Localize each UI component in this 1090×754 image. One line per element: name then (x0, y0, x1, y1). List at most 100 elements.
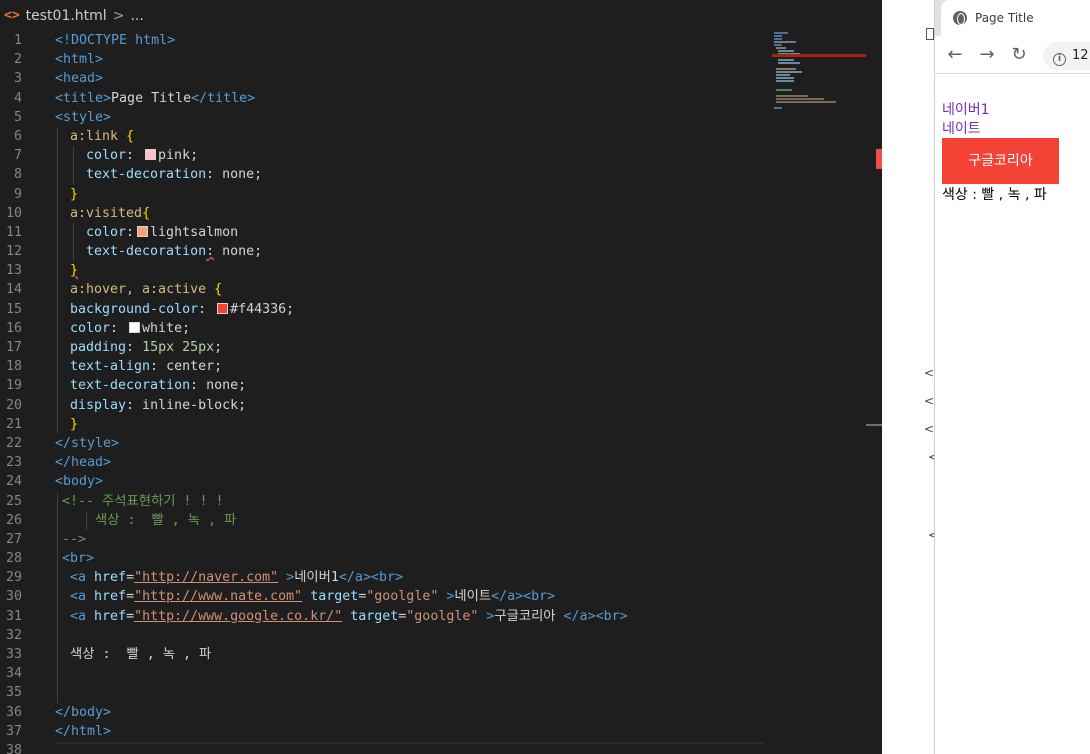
code-line: 2 <html> (0, 50, 770, 69)
code-line: 24 <body> (0, 472, 770, 491)
code-editor[interactable]: <> test01.html > ... 1 <!DOCTYPE html> 2 <… (0, 0, 882, 754)
breadcrumb-file[interactable]: test01.html (26, 8, 107, 24)
nate-link[interactable]: 네이트 (942, 120, 981, 138)
partial-icon (926, 28, 934, 40)
line-number: 22 (5, 435, 22, 451)
html-file-icon: <> (4, 8, 20, 23)
code-line: 25 <!-- 주석표현하기 ! ! ! (0, 491, 770, 511)
line-number: 10 (5, 205, 22, 221)
code-line: 4 <title>Page Title</title> (0, 89, 770, 108)
line-number: 37 (5, 723, 22, 739)
line-number: 8 (13, 167, 22, 183)
code-line: 33 색상 : 빨 , 녹 , 파 (0, 645, 770, 665)
line-number: 30 (5, 589, 22, 605)
pink-color-swatch[interactable] (145, 149, 157, 161)
tab-title: Page Title (975, 11, 1034, 25)
code-line: 7 color: pink; (0, 146, 770, 166)
line-number: 6 (13, 128, 22, 144)
line-number: 17 (5, 340, 22, 355)
naver-link[interactable]: 네이버1 (942, 101, 990, 119)
line-number: 14 (5, 282, 22, 298)
line-number: 25 (5, 493, 22, 509)
back-arrow-icon[interactable]: ← (943, 43, 967, 67)
code-line: 8 text-decoration: none; (0, 165, 770, 185)
code-line: 9} (0, 184, 770, 204)
google-korea-link-button[interactable]: 구글코리아 (942, 138, 1059, 184)
minimap-error-highlight (772, 54, 866, 57)
line-number: 34 (5, 666, 22, 682)
browser-toolbar: ← → ↻ i 12 (935, 36, 1090, 74)
line-number: 33 (5, 647, 22, 662)
code-line: 28 <br> (0, 549, 770, 569)
line-number: 16 (5, 320, 22, 336)
line-number: 12 (5, 244, 22, 260)
line-number: 23 (5, 455, 22, 471)
line-number: 21 (5, 416, 22, 432)
breadcrumb: <> test01.html > ... (0, 0, 882, 31)
horizontal-scrollbar[interactable] (55, 742, 765, 744)
reload-icon[interactable]: ↻ (1007, 43, 1031, 67)
code-line: 5 <style> (0, 108, 770, 127)
breadcrumb-symbol[interactable]: ... (130, 8, 143, 24)
partial-text: < (924, 394, 935, 408)
line-number: 35 (5, 685, 22, 701)
address-bar[interactable]: i 12 (1043, 42, 1090, 70)
code-line: 10 a:visited{ (0, 203, 770, 223)
code-line: 14 a:hover, a:active { (0, 280, 770, 300)
line-number: 11 (5, 224, 22, 240)
code-area[interactable]: 1 <!DOCTYPE html> 2 <html> 3 <head> 4 <title… (0, 31, 770, 754)
forward-arrow-icon[interactable]: → (975, 43, 999, 67)
code-line: 3 <head> (0, 69, 770, 88)
line-number: 26 (5, 512, 22, 528)
code-line: 27 --> (0, 529, 770, 550)
code-line: 15 background-color: #f44336; (0, 299, 770, 319)
line-number: 15 (5, 301, 22, 317)
address-text: 12 (1072, 48, 1089, 63)
code-line: 26 색상 : 빨 , 녹 , 파 (0, 510, 770, 530)
color-text: 색상 : 빨 , 녹 , 파 (942, 187, 1047, 203)
code-line: 29 <a href="http://naver.com" >네이버1</a><b… (0, 568, 770, 588)
line-number: 32 (5, 627, 22, 643)
line-number: 31 (5, 608, 22, 624)
white-color-swatch[interactable] (129, 321, 141, 333)
line-number: 4 (13, 90, 22, 106)
code-line: 30 <a href="http://www.nate.com" target="… (0, 587, 770, 607)
code-line: 34 (0, 664, 770, 684)
code-line: 12 text-decoration: none; (0, 242, 770, 262)
line-number: 18 (5, 359, 22, 375)
browser-tab[interactable]: Page Title (941, 0, 1090, 36)
line-number: 24 (5, 474, 22, 490)
browser-window: Page Title ← → ↻ i 12 네이버1 네이트 구글코리아 색상 :… (934, 0, 1090, 754)
code-line: 19 text-decoration: none; (0, 376, 770, 396)
code-line: 22 </style> (0, 434, 770, 453)
code-line: 20 display: inline-block; (0, 395, 770, 415)
line-number: 3 (13, 71, 22, 87)
line-number: 1 (13, 33, 22, 48)
line-number: 27 (5, 531, 22, 547)
code-line: 37 </html> (0, 722, 770, 741)
code-line: 11 color: lightsalmon (0, 222, 770, 243)
code-line: 32 (0, 625, 770, 645)
code-line: 13} (0, 261, 770, 281)
line-number: 7 (13, 148, 22, 164)
code-line: 21} (0, 414, 770, 434)
scrollbar-thumb[interactable] (866, 424, 882, 426)
line-number: 2 (13, 52, 22, 68)
line-number: 38 (5, 742, 22, 754)
info-icon[interactable]: i (1053, 53, 1066, 66)
lightsalmon-color-swatch[interactable] (137, 225, 149, 237)
line-number: 28 (5, 551, 22, 567)
line-number: 5 (13, 109, 22, 125)
chevron-right-icon: > (112, 7, 125, 24)
red-color-swatch[interactable] (217, 302, 229, 314)
globe-icon (953, 11, 967, 25)
code-line: 35 (0, 683, 770, 703)
code-line: 31 <a href="http://www.google.co.kr/" tar… (0, 606, 770, 626)
line-number: 13 (5, 263, 22, 279)
code-line: 36 </body> (0, 703, 770, 722)
minimap[interactable] (772, 31, 866, 111)
partial-text: < (924, 422, 935, 436)
code-line: 6 a:link { (0, 126, 770, 147)
line-number: 36 (5, 704, 22, 720)
line-number: 20 (5, 397, 22, 413)
